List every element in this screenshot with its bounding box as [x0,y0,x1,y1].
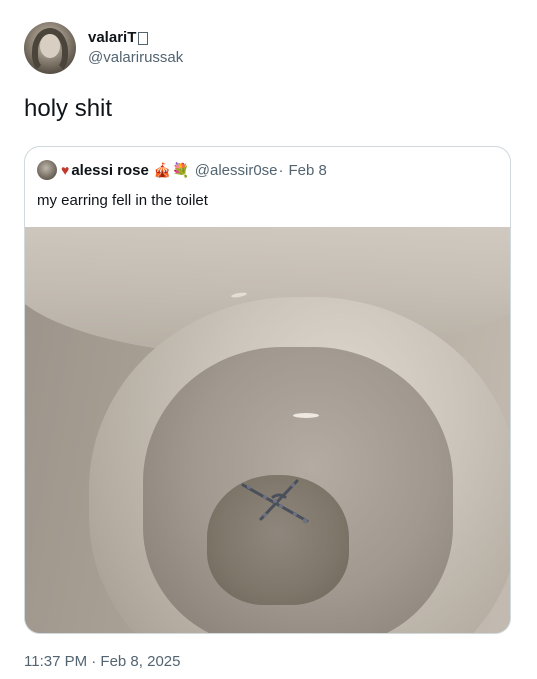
quoted-tweet-date[interactable]: Feb 8 [289,162,327,179]
tweet-text: holy shit [24,95,113,122]
quoted-tweet[interactable]: ♥ alessi rose 🎪💐 @alessir0se · Feb 8 my … [24,146,511,634]
author-handle[interactable]: @valarirussak [88,48,183,68]
earring-icon [241,479,309,524]
quoted-author-avatar[interactable] [37,160,57,180]
author-name-row[interactable]: valariT [88,28,183,48]
quoted-author-handle[interactable]: @alessir0se [195,162,278,179]
tweet-header: valariT @valarirussak [24,18,183,78]
photo-highlight [293,413,319,418]
quoted-tweet-text: my earring fell in the toilet [37,192,208,209]
avatar-face [40,34,60,58]
author-name[interactable]: valariT [88,28,136,48]
quoted-author-name[interactable]: alessi rose [71,162,149,179]
separator-dot: · [278,161,284,179]
tweet-card: valariT @valarirussak holy shit ♥ alessi… [0,0,537,679]
quoted-tweet-header: ♥ alessi rose 🎪💐 @alessir0se · Feb 8 [37,159,327,181]
author-meta: valariT @valarirussak [88,28,183,68]
box-icon [138,31,149,45]
author-avatar[interactable] [24,22,76,74]
heart-icon: ♥ [61,162,70,178]
quoted-tweet-photo[interactable] [25,227,510,633]
quoted-author-emoji: 🎪💐 [153,161,191,178]
tweet-timestamp[interactable]: 11:37 PM · Feb 8, 2025 [24,652,180,672]
